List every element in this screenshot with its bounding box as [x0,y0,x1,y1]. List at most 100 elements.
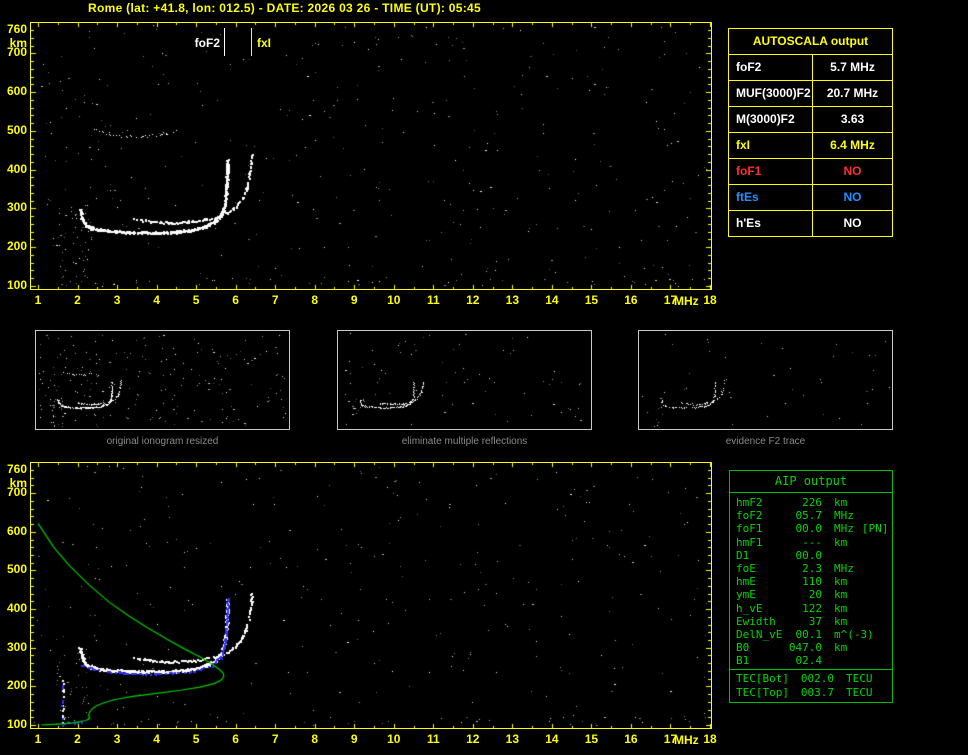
aip-table-title: AIP output [730,471,892,493]
aip-row-d1: D1 00.0 [736,548,822,562]
x-axis-label: 6 [232,732,239,746]
fof2-marker-line [224,28,225,56]
aip-row-yme: ymE 20 km [736,588,848,602]
x-axis-label: 5 [192,293,200,307]
param-label: MUF(3000)F2 [729,81,813,106]
x-axis-label: 7 [271,732,279,746]
thumbnail-canvas [36,331,289,429]
fxi-marker-line [251,28,252,56]
autoscala-app-window: Rome (lat: +41.8, lon: 012.5) - DATE: 20… [0,0,968,755]
aip-row-ewidth: Ewidth 37 km [736,614,848,628]
aip-row-tec-bot: TEC[Bot] 002.0 TECU [736,672,873,686]
param-label: M(3000)F2 [729,107,813,132]
thumbnail-original-ionogram [35,330,290,430]
aip-row-b1: B1 02.4 [736,654,822,668]
table-row-m3000f2: M(3000)F2 3.63 [729,107,892,133]
x-axis-label: 16 [624,293,638,307]
param-label: fxI [729,133,813,158]
thumbnail-caption: original ionogram resized [106,436,219,447]
ionogram-chart [30,22,712,290]
x-axis-label: 9 [350,293,358,307]
x-axis-label: 9 [350,732,358,746]
y-axis-label: 100 [6,717,27,731]
x-axis-label: 7 [271,293,279,307]
param-value: 5.7 MHz [830,60,875,74]
fxi-marker-label: fxI [257,36,272,50]
x-axis-label: 3 [113,293,121,307]
aip-row-hme: hmE 110 km [736,575,848,589]
aip-row-hve: h_vE 122 km [736,601,848,615]
param-value: 6.4 MHz [830,138,875,152]
param-label: ftEs [729,185,813,210]
param-label: foF1 [729,159,813,184]
x-axis-label: 12 [466,732,480,746]
y-axis-label: 100 [6,278,27,292]
x-axis-label: 13 [505,293,520,307]
y-axis-label: 300 [6,200,27,215]
fof2-marker-label: foF2 [194,36,220,50]
x-axis-label: 13 [505,732,520,746]
x-axis-label: 8 [311,732,319,746]
x-axis-label: 15 [584,293,599,307]
x-axis-label: 6 [232,293,239,307]
y-axis-label: 200 [6,678,27,693]
autoscala-output-table: AUTOSCALA output foF2 5.7 MHz MUF(3000)F… [728,28,893,237]
param-value: NO [843,216,862,230]
table-row-fof2: foF2 5.7 MHz [729,55,892,81]
aip-tec-section: TEC[Bot] 002.0 TECU TEC[Top] 003.7 TECU [730,669,892,701]
x-axis-label: 3 [113,732,121,746]
x-axis-unit-label: MHz [674,294,699,308]
y-axis-label: 500 [6,122,27,137]
x-axis-label: 18 [703,732,717,746]
aip-row-delnve: DelN_vE 00.1 m^(-3) [736,627,874,641]
aip-row-tec-top: TEC[Top] 003.7 TECU [736,685,873,699]
y-axis-label: 300 [6,639,27,654]
x-axis-label: 4 [153,293,160,307]
x-axis-label: 14 [545,293,559,307]
x-axis-label: 2 [74,732,81,746]
y-axis-label: 760 [6,22,27,36]
param-value: NO [843,164,862,178]
param-value: 20.7 MHz [826,86,879,100]
x-axis-label: 10 [387,732,401,746]
param-value: NO [843,190,862,204]
y-axis-label: 400 [6,601,27,616]
x-axis-label: 1 [34,732,42,746]
restored-ionogram-chart [30,462,712,729]
x-axis-label: 15 [584,732,599,746]
thumbnail-caption: eliminate multiple reflections [401,436,528,447]
thumbnail-canvas [639,331,892,429]
thumbnail-canvas [338,331,591,429]
x-axis-label: 10 [387,293,401,307]
x-axis-label: 11 [426,293,440,307]
table-row-ftes: ftEs NO [729,185,892,211]
aip-row-b0: B0 047.0 km [736,641,848,655]
thumbnail-evidence-f2-trace [638,330,893,430]
aip-row-fof1: foF1 00.0 MHz [PN] [736,522,889,536]
table-row-muf3000f2: MUF(3000)F2 20.7 MHz [729,81,892,107]
table-row-hes: h'Es NO [729,211,892,236]
table-row-fof1: foF1 NO [729,159,892,185]
aip-row-hmf2: hmF2 226 km [736,496,848,509]
x-axis-label: 14 [545,732,559,746]
x-axis-label: 1 [34,293,42,307]
y-axis-label: 500 [6,562,27,577]
x-axis-label: 18 [703,293,717,307]
aip-row-fof2: foF2 05.7 MHz [736,509,854,523]
aip-output-table: AIP output hmF2 226 km foF2 05.7 MHz foF1 00.… [729,470,893,703]
param-value: 3.63 [840,112,865,126]
ionogram-canvas [31,23,711,289]
thumbnail-caption: evidence F2 trace [725,436,806,447]
param-label: foF2 [729,55,813,80]
aip-row-hmf1: hmF1 --- km [736,535,848,549]
x-axis-label: 8 [311,293,319,307]
page-title: Rome (lat: +41.8, lon: 012.5) - DATE: 20… [88,1,481,15]
x-axis-label: 16 [624,732,638,746]
y-axis-label: 600 [6,523,27,538]
aip-rows: hmF2 226 km foF2 05.7 MHz foF1 00.0 MHz [PN] hm… [730,493,892,669]
x-axis-label: 5 [192,732,200,746]
y-axis-label: 600 [6,84,27,99]
aip-row-foe: foE 2.3 MHz [736,561,854,575]
param-label: h'Es [729,211,813,236]
y-axis-label: 200 [6,239,27,254]
